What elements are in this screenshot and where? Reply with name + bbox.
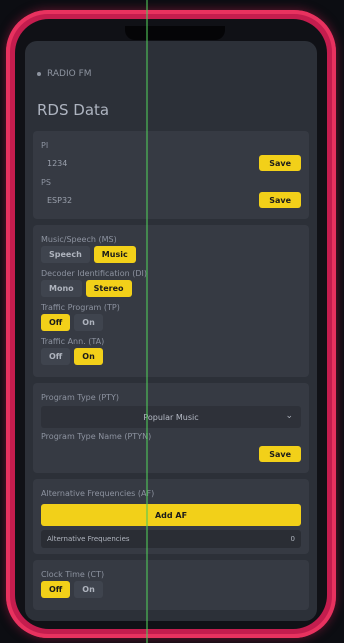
ct-off-button[interactable]: Off <box>41 581 71 598</box>
di-mono-button[interactable]: Mono <box>41 280 82 297</box>
af-card: Alternative Frequencies (AF) Add AF Alte… <box>33 479 309 554</box>
menu-icon[interactable] <box>37 72 41 76</box>
ps-save-button[interactable]: Save <box>259 192 301 208</box>
page-title: RDS Data <box>37 101 110 119</box>
identity-card: PI 1234 Save PS ESP32 Save <box>33 131 309 219</box>
pty-selected-value: Popular Music <box>143 412 199 422</box>
chevron-down-icon: ⌄ <box>285 411 293 421</box>
ta-label: Traffic Ann. (TA) <box>41 337 105 346</box>
af-count-badge: 0 <box>290 535 295 543</box>
pty-card: Program Type (PTY) Popular Music ⌄ Progr… <box>33 383 309 473</box>
app-screen: RADIO FM RDS Data PI 1234 Save PS ESP32 … <box>25 41 317 621</box>
af-list-header[interactable]: Alternative Frequencies 0 <box>41 530 301 548</box>
ps-input[interactable]: ESP32 <box>41 196 72 205</box>
ms-speech-button[interactable]: Speech <box>41 246 90 263</box>
ptyn-save-button[interactable]: Save <box>259 446 301 462</box>
flags-card: Music/Speech (MS) Speech Music Decoder I… <box>33 225 309 377</box>
ct-label: Clock Time (CT) <box>41 570 105 579</box>
tp-label: Traffic Program (TP) <box>41 303 120 312</box>
ta-off-button[interactable]: Off <box>41 348 71 365</box>
af-list-label: Alternative Frequencies <box>47 535 130 543</box>
ta-on-button[interactable]: On <box>74 348 103 365</box>
ps-label: PS <box>41 178 51 187</box>
phone-notch <box>125 26 225 40</box>
phone-frame: RADIO FM RDS Data PI 1234 Save PS ESP32 … <box>6 10 336 638</box>
pi-save-button[interactable]: Save <box>259 155 301 171</box>
ms-music-button[interactable]: Music <box>93 246 136 263</box>
breadcrumb[interactable]: RADIO FM <box>47 69 92 79</box>
pi-input[interactable]: 1234 <box>41 159 67 168</box>
pty-select[interactable]: Popular Music ⌄ <box>41 406 301 428</box>
ptyn-label: Program Type Name (PTYN) <box>41 432 152 441</box>
pty-label: Program Type (PTY) <box>41 393 120 402</box>
ct-on-button[interactable]: On <box>74 581 103 598</box>
di-label: Decoder Identification (DI) <box>41 269 147 278</box>
ct-card: Clock Time (CT) Off On <box>33 560 309 610</box>
di-stereo-button[interactable]: Stereo <box>85 280 132 297</box>
top-bar: RADIO FM <box>25 59 317 89</box>
phone-bezel: RADIO FM RDS Data PI 1234 Save PS ESP32 … <box>15 19 327 629</box>
add-af-button[interactable]: Add AF <box>41 504 301 526</box>
af-label: Alternative Frequencies (AF) <box>41 489 155 498</box>
ms-label: Music/Speech (MS) <box>41 235 117 244</box>
tp-on-button[interactable]: On <box>74 314 103 331</box>
tp-off-button[interactable]: Off <box>41 314 71 331</box>
pi-label: PI <box>41 141 49 150</box>
green-guide-line <box>146 0 148 643</box>
